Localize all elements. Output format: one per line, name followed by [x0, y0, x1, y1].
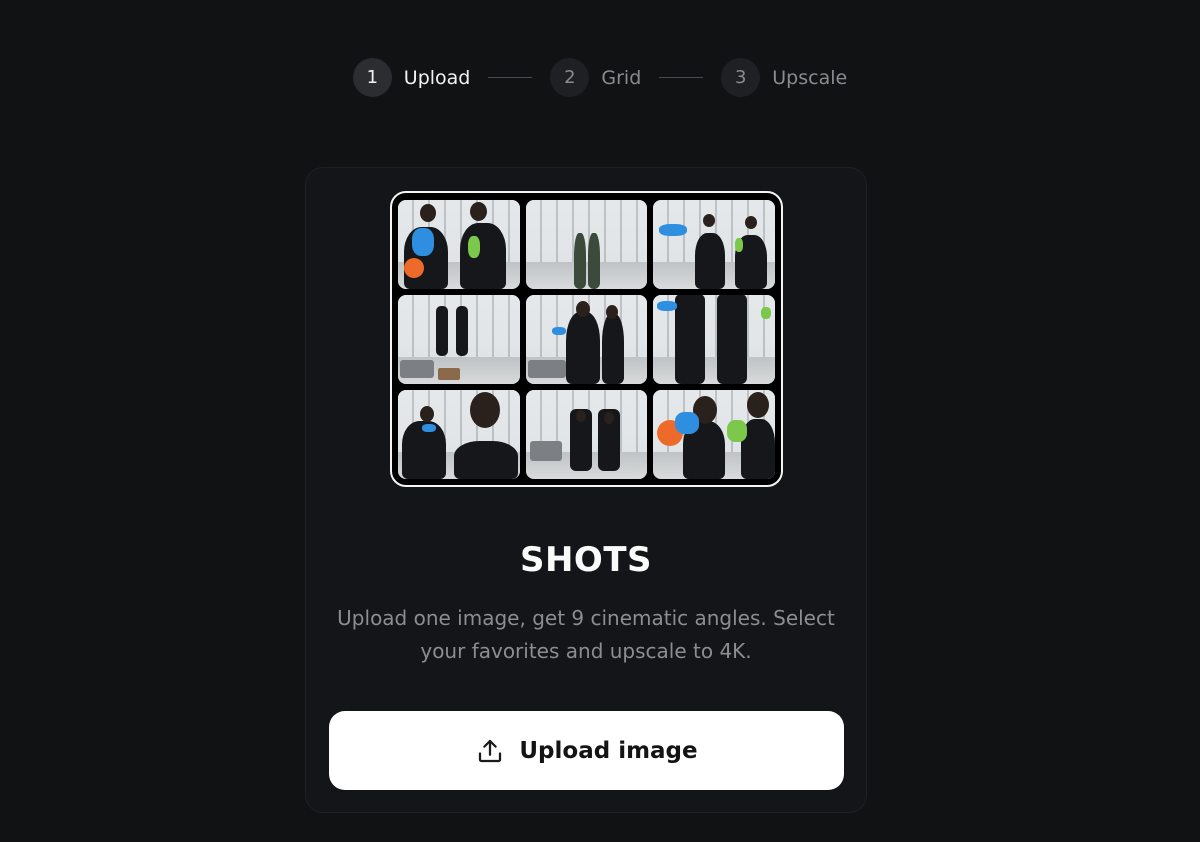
- upload-image-button[interactable]: Upload image: [329, 711, 844, 790]
- step-number: 3: [721, 58, 761, 97]
- step-upscale[interactable]: 3 Upscale: [721, 58, 847, 97]
- step-connector: [488, 77, 533, 78]
- step-upload[interactable]: 1 Upload: [352, 58, 471, 97]
- upload-icon: [479, 739, 502, 762]
- step-number: 2: [550, 58, 590, 97]
- step-label: Upload: [403, 66, 471, 89]
- upload-card: SHOTS Upload one image, get 9 cinematic …: [305, 167, 867, 813]
- example-grid-image: [390, 191, 783, 487]
- upload-button-label: Upload image: [519, 737, 698, 764]
- step-label: Upscale: [772, 66, 848, 89]
- app-title: SHOTS: [519, 540, 653, 580]
- step-connector: [659, 77, 704, 78]
- app-description: Upload one image, get 9 cinematic angles…: [337, 606, 835, 663]
- stepper: 1 Upload 2 Grid 3 Upscale: [0, 58, 1200, 97]
- grid-tile: [398, 200, 520, 289]
- grid-tile: [653, 295, 775, 384]
- grid-tile: [525, 295, 648, 384]
- grid-tile: [525, 390, 648, 479]
- grid-tile: [653, 390, 775, 479]
- step-grid[interactable]: 2 Grid: [550, 58, 641, 97]
- step-number: 1: [352, 58, 392, 97]
- step-label: Grid: [601, 66, 642, 89]
- grid-tile: [398, 295, 520, 384]
- grid-tile: [398, 390, 520, 479]
- grid-tile: [525, 200, 648, 289]
- grid-tile: [653, 200, 775, 289]
